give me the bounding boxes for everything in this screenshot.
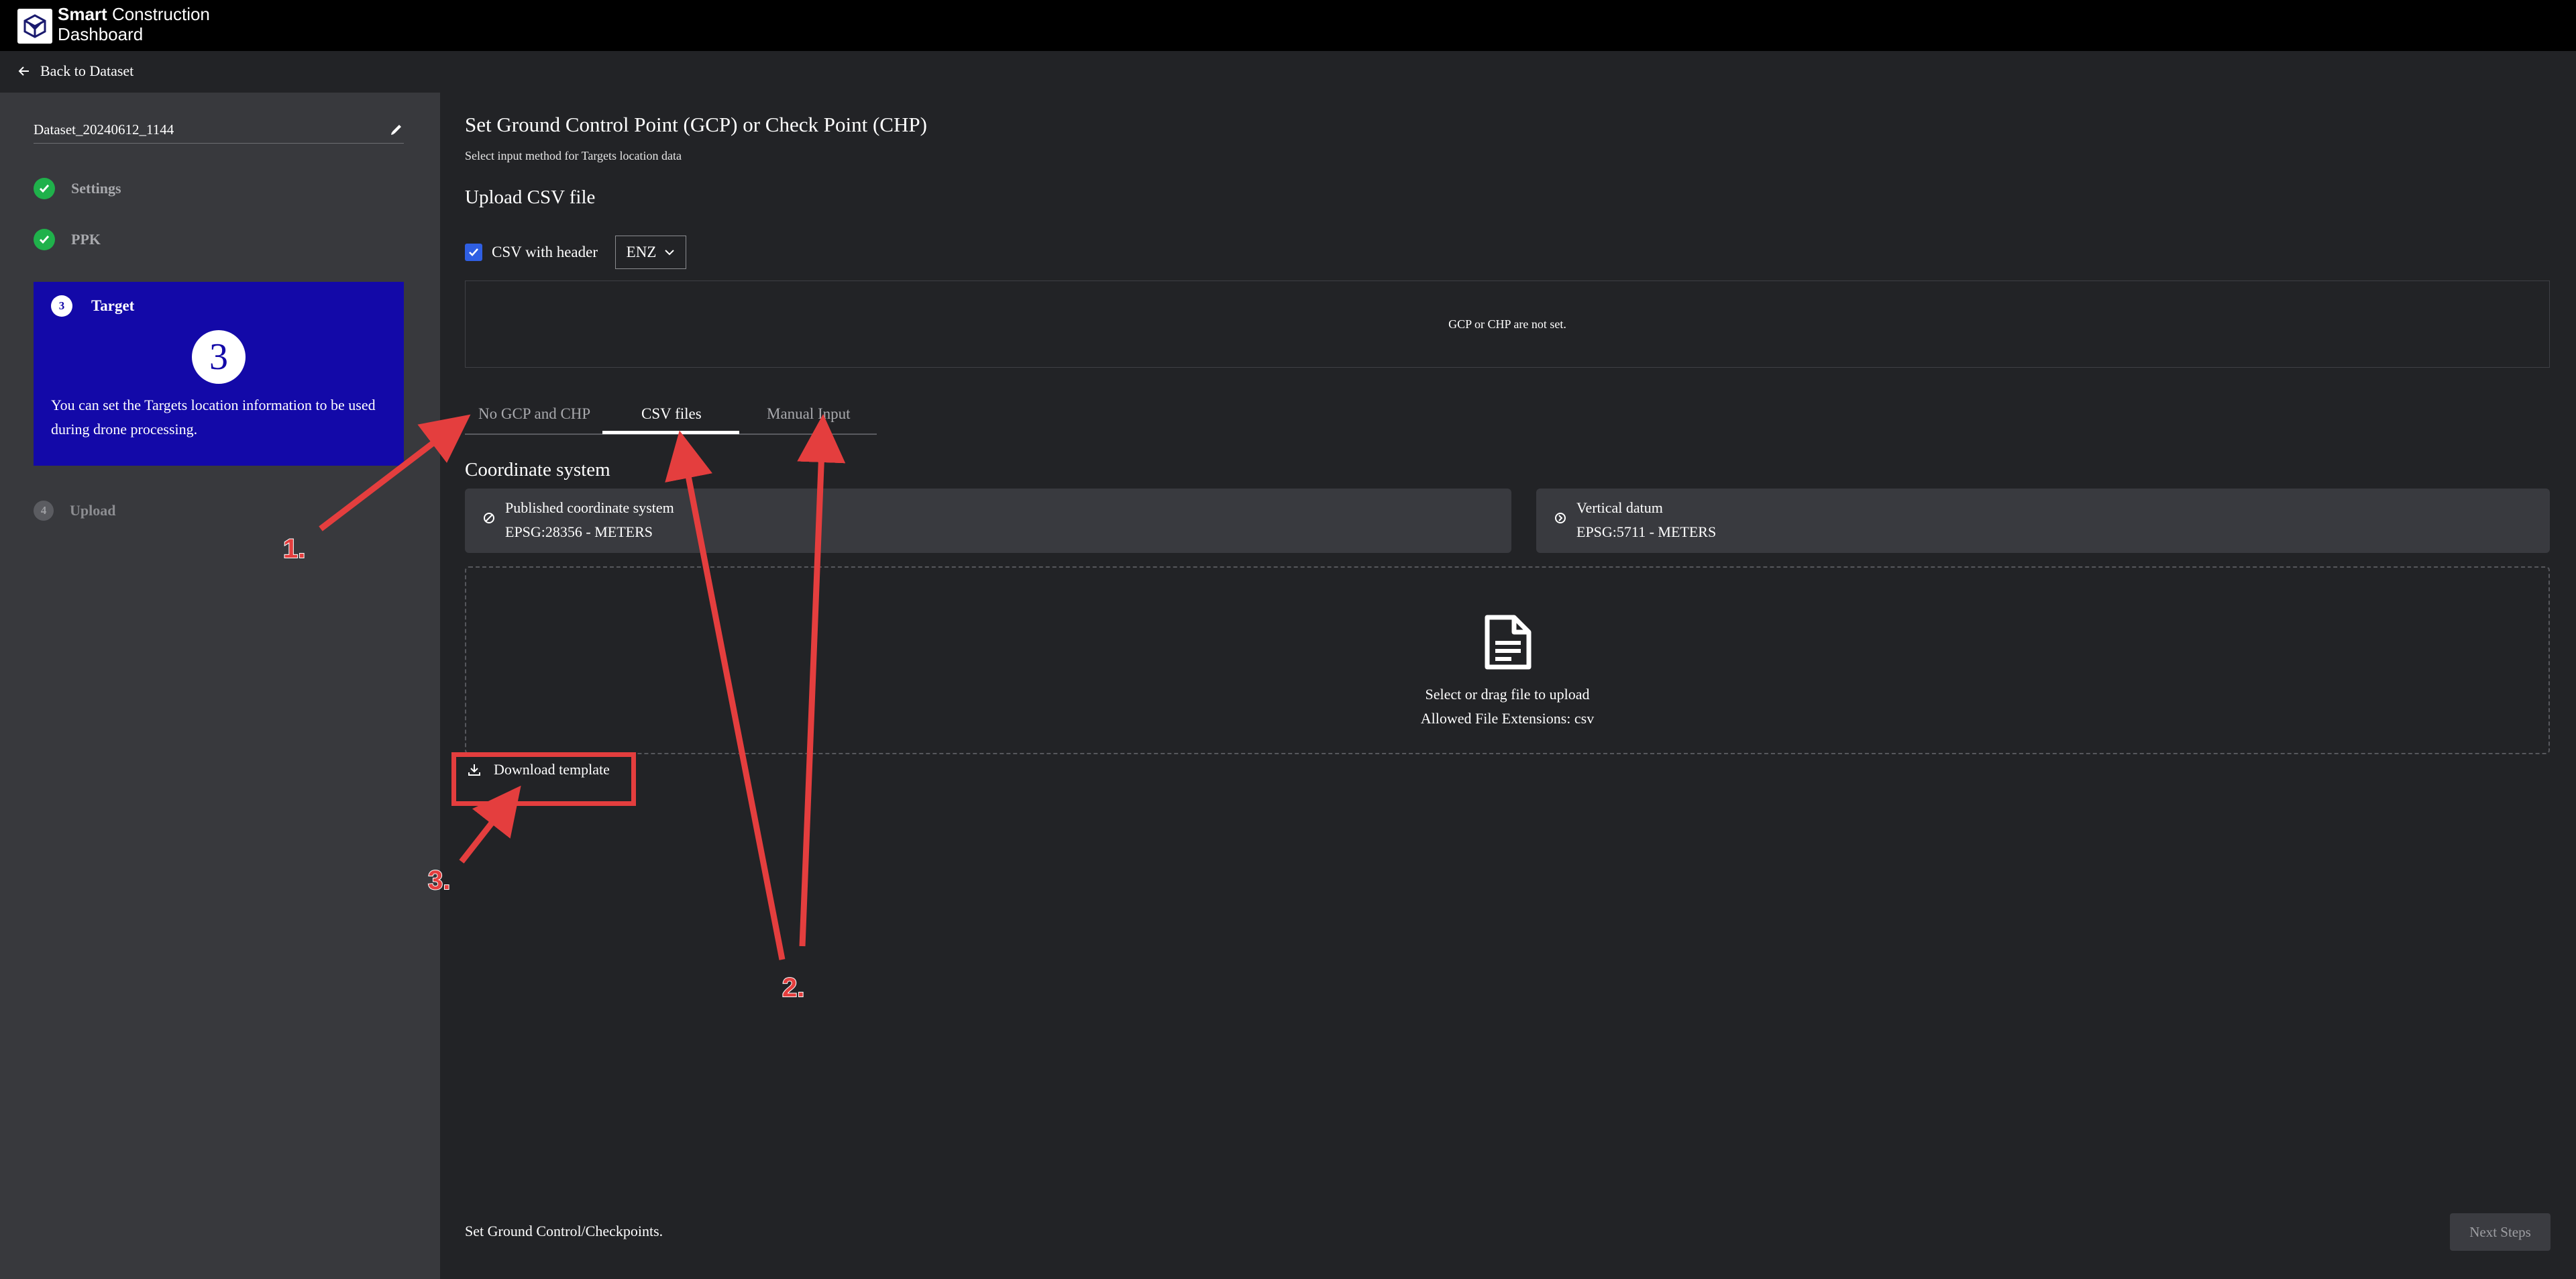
step-description: You can set the Targets location informa… — [51, 397, 376, 438]
page-title: Set Ground Control Point (GCP) or Check … — [465, 113, 927, 136]
back-to-dataset-link[interactable]: Back to Dataset — [17, 60, 133, 82]
published-coordinate-card: Published coordinate system EPSG:28356 -… — [465, 489, 1511, 553]
csv-format-select[interactable]: ENZ — [615, 236, 687, 269]
step-label: PPK — [71, 231, 101, 248]
vertical-datum-label: Vertical datum — [1576, 499, 1663, 516]
brand-subtitle: Dashboard — [58, 24, 144, 44]
arrow-left-icon — [18, 66, 29, 76]
check-icon — [469, 248, 478, 256]
step-settings[interactable]: Settings — [34, 178, 121, 199]
vertical-datum-icon — [1554, 511, 1567, 528]
annotation-label-2: 2. — [782, 972, 805, 1003]
annotation-highlight-box — [451, 752, 636, 806]
step-label: Upload — [70, 502, 116, 519]
step-label: Settings — [71, 180, 121, 197]
back-label: Back to Dataset — [40, 62, 134, 79]
step-big-number: 3 — [192, 330, 246, 384]
footer-status-text: Set Ground Control/Checkpoints. — [465, 1223, 663, 1239]
file-dropzone[interactable]: Select or drag file to upload Allowed Fi… — [465, 566, 2550, 754]
csv-options-row: CSV with header ENZ — [465, 236, 687, 269]
cube-logo-icon — [23, 14, 46, 38]
next-steps-button[interactable]: Next Steps — [2450, 1213, 2551, 1251]
tab-no-gcp[interactable]: No GCP and CHP — [478, 405, 590, 423]
csv-header-checkbox[interactable] — [465, 244, 482, 261]
edit-pencil-icon[interactable] — [389, 122, 404, 140]
gcp-status-text: GCP or CHP are not set. — [1448, 317, 1566, 331]
dataset-name-field[interactable]: Dataset_20240612_1144 — [34, 119, 404, 144]
published-coordinate-value: EPSG:28356 - METERS — [505, 523, 653, 540]
annotation-label-3: 3. — [427, 865, 451, 896]
step-target-header: 3 Target — [51, 295, 134, 317]
annotation-arrow-3 — [459, 785, 521, 864]
upload-section-heading: Upload CSV file — [465, 187, 596, 208]
check-icon — [34, 178, 55, 199]
active-tab-indicator — [602, 431, 739, 434]
dropzone-instruction: Select or drag file to upload — [1425, 686, 1590, 703]
step-target-card[interactable]: 3 Target 3 You can set the Targets locat… — [34, 282, 404, 466]
coordinate-section-heading: Coordinate system — [465, 459, 610, 480]
published-coordinate-label: Published coordinate system — [505, 499, 674, 516]
page-subtitle: Select input method for Targets location… — [465, 149, 682, 162]
tab-manual-input[interactable]: Manual Input — [767, 405, 851, 423]
step-number-badge: 4 — [34, 501, 54, 521]
input-method-tabs: No GCP and CHP CSV files Manual Input — [465, 396, 877, 435]
check-icon — [34, 229, 55, 250]
gcp-status-panel: GCP or CHP are not set. — [465, 280, 2550, 368]
step-label: Target — [91, 297, 135, 314]
top-bar: Smart Construction Dashboard — [0, 0, 2576, 51]
chevron-down-icon — [665, 250, 675, 256]
step-number-badge: 3 — [51, 295, 72, 317]
vertical-datum-card: Vertical datum EPSG:5711 - METERS — [1536, 489, 2550, 553]
annotation-label-1: 1. — [282, 533, 306, 564]
coordinate-system-icon — [482, 511, 496, 528]
sub-bar — [0, 51, 2576, 93]
tab-csv-files[interactable]: CSV files — [641, 405, 702, 423]
step-upload[interactable]: 4 Upload — [34, 501, 115, 521]
document-icon — [1482, 615, 1534, 673]
app-logo[interactable] — [17, 9, 52, 44]
step-ppk[interactable]: PPK — [34, 229, 101, 250]
dropzone-allowed-extensions: Allowed File Extensions: csv — [1420, 710, 1595, 727]
vertical-datum-value: EPSG:5711 - METERS — [1576, 523, 1717, 540]
csv-header-label: CSV with header — [492, 244, 598, 260]
csv-format-value: ENZ — [626, 244, 657, 260]
steps-sidebar — [0, 93, 440, 1279]
brand-title: Smart Construction — [58, 4, 210, 24]
